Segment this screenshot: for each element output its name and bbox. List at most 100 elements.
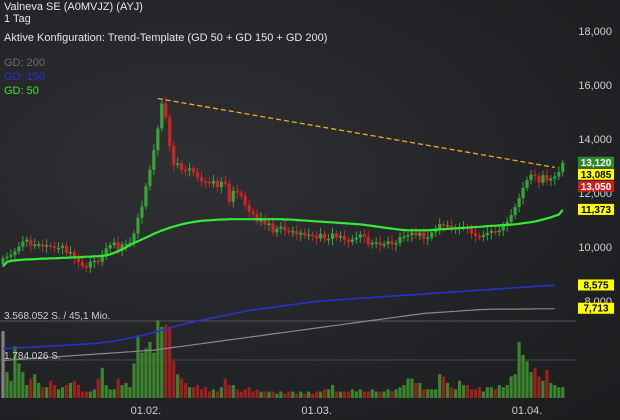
volume-bar — [410, 378, 414, 398]
volume-bar — [338, 391, 343, 398]
volume-bar — [481, 391, 485, 398]
volume-bar — [497, 385, 501, 398]
candle-body — [80, 262, 84, 267]
legend-ma200: GD: 200 — [4, 57, 45, 69]
volume-bar — [469, 389, 474, 398]
candle-body — [9, 255, 13, 257]
candle-body — [537, 175, 541, 183]
candle-body — [140, 206, 144, 218]
volume-bar — [120, 385, 124, 398]
volume-bar — [128, 387, 132, 398]
candle-body — [279, 226, 283, 229]
volume-bar — [207, 391, 212, 398]
volume-bar — [406, 378, 410, 398]
volume-bar — [434, 389, 438, 398]
candle-body — [362, 234, 366, 237]
legend-ma50: GD: 50 — [4, 85, 39, 97]
volume-bar — [354, 391, 358, 398]
candle-body — [112, 242, 116, 246]
candle-body — [164, 103, 168, 118]
volume-bar — [219, 387, 223, 398]
volume-bar — [537, 376, 541, 398]
candle-body — [418, 232, 422, 236]
candle-body — [191, 168, 196, 173]
volume-bar — [72, 380, 77, 398]
candle-body — [231, 190, 235, 202]
candle-body — [354, 237, 358, 240]
volume-bar — [53, 385, 57, 398]
candle-body — [68, 252, 73, 254]
volume-bar — [172, 361, 176, 398]
volume-bar — [235, 389, 239, 398]
candle-body — [477, 235, 481, 238]
candle-body — [187, 168, 192, 171]
volume-bar — [223, 378, 227, 398]
price-chart: 18,00016,00014,00012,00010,0008,00001.02… — [0, 26, 614, 417]
volume-bar — [442, 376, 446, 398]
volume-bar — [191, 387, 196, 398]
volume-bar — [457, 380, 462, 398]
volume-bar — [49, 380, 53, 398]
volume-bar — [195, 385, 200, 398]
candle-body — [104, 248, 108, 255]
volume-bar — [108, 389, 112, 398]
candle-body — [271, 223, 275, 233]
volume-bar — [505, 385, 509, 398]
volume-bar — [255, 389, 259, 398]
volume-bar — [513, 374, 517, 398]
candle-body — [549, 178, 553, 181]
volume-bar — [426, 389, 430, 398]
volume-bar — [319, 391, 323, 398]
date-tick-label: 01.03. — [301, 405, 332, 417]
candle-body — [152, 150, 156, 170]
volume-bar — [549, 382, 553, 398]
volume-bar — [493, 389, 497, 398]
volume-bar — [136, 335, 140, 398]
price-tick-label: 16,000 — [578, 80, 612, 92]
volume-bar — [533, 367, 537, 398]
candle-body — [37, 244, 41, 246]
candle-body — [521, 187, 525, 199]
candle-body — [370, 242, 374, 245]
volume-bar — [203, 387, 208, 398]
price-tick-label: 10,000 — [578, 242, 612, 254]
candle-body — [334, 233, 339, 238]
price-tick-label: 18,000 — [578, 26, 612, 38]
volume-bar — [88, 391, 92, 398]
candle-body — [378, 242, 382, 246]
volume-bar — [545, 369, 549, 398]
candle-body — [497, 230, 501, 233]
volume-bar — [398, 387, 402, 398]
candle-body — [5, 256, 9, 259]
candle-body — [172, 146, 176, 165]
candle-body — [56, 247, 61, 250]
candle-body — [386, 241, 390, 245]
candle-body — [195, 172, 200, 178]
candle-body — [553, 176, 557, 179]
volume-bar — [450, 387, 454, 398]
candle-body — [422, 232, 426, 239]
volume-bar — [112, 389, 116, 398]
volume-bar — [438, 374, 442, 398]
candle-body — [315, 235, 319, 239]
volume-bar — [116, 378, 120, 398]
candle-body — [346, 239, 350, 242]
volume-bar — [295, 393, 299, 398]
candle-body — [295, 231, 299, 235]
candle-body — [275, 228, 279, 233]
volume-bar — [489, 387, 493, 398]
volume-bar — [92, 389, 96, 398]
ma50-line — [2, 209, 564, 267]
volume-bar — [80, 391, 84, 398]
volume-bar — [227, 385, 231, 398]
volume-bar — [1, 331, 5, 398]
candle-body — [517, 198, 521, 208]
volume-mid-label: 1.784.026 S. — [4, 351, 61, 362]
volume-bar — [529, 372, 533, 398]
candle-body — [469, 228, 474, 234]
volume-bar — [96, 378, 100, 398]
candle-body — [402, 236, 406, 238]
volume-bar — [350, 389, 354, 398]
candle-body — [29, 239, 33, 246]
volume-bar — [25, 385, 29, 398]
